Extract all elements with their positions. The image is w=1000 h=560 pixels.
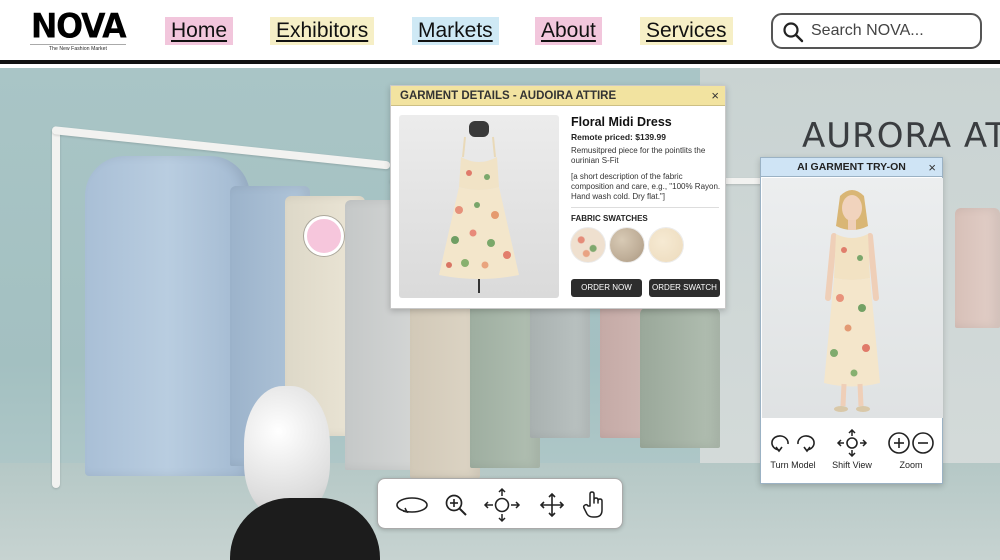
zoom-in-icon xyxy=(445,494,467,516)
hand-pointer-icon xyxy=(582,491,603,518)
nav-about[interactable]: About xyxy=(535,17,602,45)
orbit-button[interactable] xyxy=(394,489,430,521)
garment-blush-top-right[interactable] xyxy=(955,208,1000,328)
floral-dress-image xyxy=(439,121,519,293)
search-box[interactable] xyxy=(771,13,982,49)
fabric-swatch-taupe[interactable] xyxy=(610,228,644,262)
pan-button[interactable] xyxy=(482,487,522,523)
scene-navigation-toolbar xyxy=(377,478,623,529)
garment-details-title: GARMENT DETAILS - AUDOIRA ATTIRE xyxy=(400,90,617,102)
nav-services[interactable]: Services xyxy=(640,17,733,45)
garment-sage-skirt[interactable] xyxy=(640,308,720,448)
rack-pole-left xyxy=(52,128,60,488)
store-sign: AURORA ATT xyxy=(802,116,1000,156)
garment-description: Remusitpred piece for the pointlits the … xyxy=(571,146,706,165)
garment-blue-tshirt[interactable] xyxy=(85,156,250,476)
close-details-button[interactable]: × xyxy=(711,86,719,106)
move-arrows-icon xyxy=(823,429,881,457)
shift-view-control[interactable]: Shift View xyxy=(823,429,881,470)
zoom-in-button[interactable] xyxy=(440,489,472,521)
fabric-swatches-label: FABRIC SWATCHES xyxy=(571,214,648,223)
nav-home[interactable]: Home xyxy=(165,17,234,45)
tryon-model-viewport[interactable] xyxy=(762,178,943,418)
brand-name: NOVA xyxy=(30,6,127,46)
garment-details-panel: GARMENT DETAILS - AUDOIRA ATTIRE × Flora… xyxy=(390,85,726,309)
garment-details-header: GARMENT DETAILS - AUDOIRA ATTIRE × xyxy=(391,86,725,106)
hotspot-marker[interactable] xyxy=(304,216,344,256)
garment-price: Remote priced: $139.99 xyxy=(571,132,666,142)
garment-name: Floral Midi Dress xyxy=(571,115,672,129)
hand-pointer-button[interactable] xyxy=(578,489,610,521)
turn-model-control[interactable]: Turn Model xyxy=(764,429,822,470)
model-wearing-dress-image xyxy=(824,190,880,412)
orbit-icon xyxy=(396,497,428,514)
search-icon xyxy=(783,22,804,43)
zoom-control[interactable]: Zoom xyxy=(882,429,940,470)
zoom-label: Zoom xyxy=(899,460,923,470)
rotate-icon xyxy=(764,429,822,457)
ai-tryon-title: AI GARMENT TRY-ON xyxy=(797,161,906,173)
fabric-swatch-floral[interactable] xyxy=(571,228,605,262)
nav-exhibitors[interactable]: Exhibitors xyxy=(270,17,375,45)
move-button[interactable] xyxy=(536,489,568,521)
pan-icon xyxy=(483,487,521,523)
zoom-plus-minus-icon xyxy=(882,429,940,457)
turn-model-label: Turn Model xyxy=(770,460,816,470)
fabric-swatch-cream[interactable] xyxy=(649,228,683,262)
move-icon xyxy=(539,492,565,518)
ai-tryon-panel: AI GARMENT TRY-ON × Turn Model Shift Vie… xyxy=(760,157,943,484)
search-input[interactable] xyxy=(811,20,971,42)
brand-logo[interactable]: NOVA The New Fashion Market xyxy=(26,6,130,52)
details-divider xyxy=(571,207,719,208)
site-header: NOVA The New Fashion Market Home Exhibit… xyxy=(0,0,1000,64)
close-tryon-button[interactable]: × xyxy=(928,158,936,177)
brand-tagline: The New Fashion Market xyxy=(48,46,108,52)
garment-fabric-info: [a short description of the fabric compo… xyxy=(571,172,721,201)
nav-markets[interactable]: Markets xyxy=(412,17,499,45)
order-swatch-button[interactable]: ORDER SWATCH xyxy=(649,279,720,297)
order-now-button[interactable]: ORDER NOW xyxy=(571,279,642,297)
garment-product-photo xyxy=(399,115,559,298)
shift-view-label: Shift View xyxy=(832,460,872,470)
mannequin-head xyxy=(244,386,330,516)
ai-tryon-header: AI GARMENT TRY-ON × xyxy=(761,158,942,177)
